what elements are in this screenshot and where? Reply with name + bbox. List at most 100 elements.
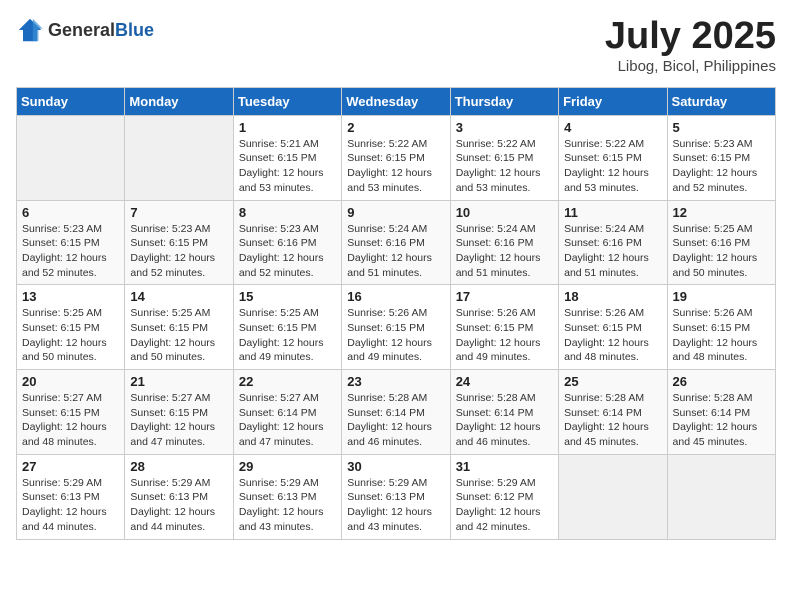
day-info: Sunrise: 5:25 AMSunset: 6:15 PMDaylight:…	[239, 306, 336, 365]
day-info: Sunrise: 5:24 AMSunset: 6:16 PMDaylight:…	[564, 222, 661, 281]
day-number: 14	[130, 289, 227, 304]
day-info: Sunrise: 5:27 AMSunset: 6:14 PMDaylight:…	[239, 391, 336, 450]
day-number: 11	[564, 205, 661, 220]
day-info: Sunrise: 5:26 AMSunset: 6:15 PMDaylight:…	[564, 306, 661, 365]
day-number: 7	[130, 205, 227, 220]
day-cell: 19 Sunrise: 5:26 AMSunset: 6:15 PMDayligh…	[667, 285, 775, 370]
day-cell: 12 Sunrise: 5:25 AMSunset: 6:16 PMDayligh…	[667, 200, 775, 285]
day-number: 30	[347, 459, 444, 474]
day-cell: 11 Sunrise: 5:24 AMSunset: 6:16 PMDayligh…	[559, 200, 667, 285]
day-cell	[17, 115, 125, 200]
day-number: 26	[673, 374, 770, 389]
day-info: Sunrise: 5:23 AMSunset: 6:15 PMDaylight:…	[130, 222, 227, 281]
day-cell	[125, 115, 233, 200]
day-number: 21	[130, 374, 227, 389]
day-cell: 23 Sunrise: 5:28 AMSunset: 6:14 PMDayligh…	[342, 370, 450, 455]
logo-text-general: General	[48, 20, 115, 40]
header-cell-thursday: Thursday	[450, 87, 558, 115]
day-cell: 2 Sunrise: 5:22 AMSunset: 6:15 PMDaylight…	[342, 115, 450, 200]
day-info: Sunrise: 5:28 AMSunset: 6:14 PMDaylight:…	[673, 391, 770, 450]
day-cell: 31 Sunrise: 5:29 AMSunset: 6:12 PMDayligh…	[450, 454, 558, 539]
day-cell: 18 Sunrise: 5:26 AMSunset: 6:15 PMDayligh…	[559, 285, 667, 370]
day-number: 17	[456, 289, 553, 304]
day-number: 5	[673, 120, 770, 135]
week-row-5: 27 Sunrise: 5:29 AMSunset: 6:13 PMDayligh…	[17, 454, 776, 539]
day-cell: 6 Sunrise: 5:23 AMSunset: 6:15 PMDaylight…	[17, 200, 125, 285]
day-info: Sunrise: 5:23 AMSunset: 6:15 PMDaylight:…	[22, 222, 119, 281]
day-info: Sunrise: 5:29 AMSunset: 6:13 PMDaylight:…	[239, 476, 336, 535]
day-info: Sunrise: 5:26 AMSunset: 6:15 PMDaylight:…	[456, 306, 553, 365]
logo-text-blue: Blue	[115, 20, 154, 40]
day-info: Sunrise: 5:25 AMSunset: 6:15 PMDaylight:…	[130, 306, 227, 365]
day-number: 12	[673, 205, 770, 220]
day-info: Sunrise: 5:21 AMSunset: 6:15 PMDaylight:…	[239, 137, 336, 196]
week-row-3: 13Sunrise: 5:25 AMSunset: 6:15 PMDayligh…	[17, 285, 776, 370]
day-info: Sunrise: 5:25 AMSunset: 6:15 PMDaylight:…	[22, 306, 119, 365]
day-number: 1	[239, 120, 336, 135]
day-cell: 22 Sunrise: 5:27 AMSunset: 6:14 PMDayligh…	[233, 370, 341, 455]
day-cell: 5 Sunrise: 5:23 AMSunset: 6:15 PMDaylight…	[667, 115, 775, 200]
day-number: 18	[564, 289, 661, 304]
title-block: July 2025 Libog, Bicol, Philippines	[605, 16, 776, 75]
day-cell: 7 Sunrise: 5:23 AMSunset: 6:15 PMDaylight…	[125, 200, 233, 285]
day-number: 22	[239, 374, 336, 389]
day-cell: 29Sunrise: 5:29 AMSunset: 6:13 PMDayligh…	[233, 454, 341, 539]
calendar-title: July 2025	[605, 16, 776, 58]
header-cell-friday: Friday	[559, 87, 667, 115]
day-cell: 4Sunrise: 5:22 AMSunset: 6:15 PMDaylight…	[559, 115, 667, 200]
day-number: 20	[22, 374, 119, 389]
week-row-4: 20 Sunrise: 5:27 AMSunset: 6:15 PMDayligh…	[17, 370, 776, 455]
day-number: 6	[22, 205, 119, 220]
day-info: Sunrise: 5:26 AMSunset: 6:15 PMDaylight:…	[347, 306, 444, 365]
day-info: Sunrise: 5:29 AMSunset: 6:13 PMDaylight:…	[347, 476, 444, 535]
header-cell-sunday: Sunday	[17, 87, 125, 115]
day-info: Sunrise: 5:22 AMSunset: 6:15 PMDaylight:…	[564, 137, 661, 196]
day-number: 19	[673, 289, 770, 304]
day-cell: 1 Sunrise: 5:21 AMSunset: 6:15 PMDaylight…	[233, 115, 341, 200]
day-cell: 15 Sunrise: 5:25 AMSunset: 6:15 PMDayligh…	[233, 285, 341, 370]
day-number: 27	[22, 459, 119, 474]
day-number: 2	[347, 120, 444, 135]
day-cell	[667, 454, 775, 539]
day-cell: 3Sunrise: 5:22 AMSunset: 6:15 PMDaylight…	[450, 115, 558, 200]
day-cell: 13Sunrise: 5:25 AMSunset: 6:15 PMDayligh…	[17, 285, 125, 370]
day-number: 28	[130, 459, 227, 474]
day-number: 25	[564, 374, 661, 389]
day-cell: 9 Sunrise: 5:24 AMSunset: 6:16 PMDaylight…	[342, 200, 450, 285]
day-info: Sunrise: 5:28 AMSunset: 6:14 PMDaylight:…	[564, 391, 661, 450]
day-info: Sunrise: 5:23 AMSunset: 6:15 PMDaylight:…	[673, 137, 770, 196]
day-info: Sunrise: 5:27 AMSunset: 6:15 PMDaylight:…	[130, 391, 227, 450]
day-number: 23	[347, 374, 444, 389]
day-info: Sunrise: 5:29 AMSunset: 6:13 PMDaylight:…	[130, 476, 227, 535]
day-cell	[559, 454, 667, 539]
day-info: Sunrise: 5:26 AMSunset: 6:15 PMDaylight:…	[673, 306, 770, 365]
day-info: Sunrise: 5:28 AMSunset: 6:14 PMDaylight:…	[456, 391, 553, 450]
day-number: 9	[347, 205, 444, 220]
day-cell: 17 Sunrise: 5:26 AMSunset: 6:15 PMDayligh…	[450, 285, 558, 370]
day-info: Sunrise: 5:25 AMSunset: 6:16 PMDaylight:…	[673, 222, 770, 281]
day-cell: 28 Sunrise: 5:29 AMSunset: 6:13 PMDayligh…	[125, 454, 233, 539]
day-number: 24	[456, 374, 553, 389]
day-cell: 14 Sunrise: 5:25 AMSunset: 6:15 PMDayligh…	[125, 285, 233, 370]
day-number: 31	[456, 459, 553, 474]
day-number: 10	[456, 205, 553, 220]
day-number: 3	[456, 120, 553, 135]
header-row: SundayMondayTuesdayWednesdayThursdayFrid…	[17, 87, 776, 115]
day-number: 8	[239, 205, 336, 220]
page-header: GeneralBlue July 2025 Libog, Bicol, Phil…	[16, 16, 776, 75]
day-info: Sunrise: 5:27 AMSunset: 6:15 PMDaylight:…	[22, 391, 119, 450]
day-info: Sunrise: 5:24 AMSunset: 6:16 PMDaylight:…	[347, 222, 444, 281]
day-number: 15	[239, 289, 336, 304]
header-cell-monday: Monday	[125, 87, 233, 115]
calendar-subtitle: Libog, Bicol, Philippines	[605, 58, 776, 75]
header-cell-tuesday: Tuesday	[233, 87, 341, 115]
header-cell-saturday: Saturday	[667, 87, 775, 115]
week-row-2: 6 Sunrise: 5:23 AMSunset: 6:15 PMDaylight…	[17, 200, 776, 285]
day-info: Sunrise: 5:29 AMSunset: 6:13 PMDaylight:…	[22, 476, 119, 535]
day-info: Sunrise: 5:22 AMSunset: 6:15 PMDaylight:…	[347, 137, 444, 196]
calendar-table: SundayMondayTuesdayWednesdayThursdayFrid…	[16, 87, 776, 540]
day-info: Sunrise: 5:28 AMSunset: 6:14 PMDaylight:…	[347, 391, 444, 450]
day-cell: 26 Sunrise: 5:28 AMSunset: 6:14 PMDayligh…	[667, 370, 775, 455]
day-info: Sunrise: 5:29 AMSunset: 6:12 PMDaylight:…	[456, 476, 553, 535]
day-cell: 8Sunrise: 5:23 AMSunset: 6:16 PMDaylight…	[233, 200, 341, 285]
